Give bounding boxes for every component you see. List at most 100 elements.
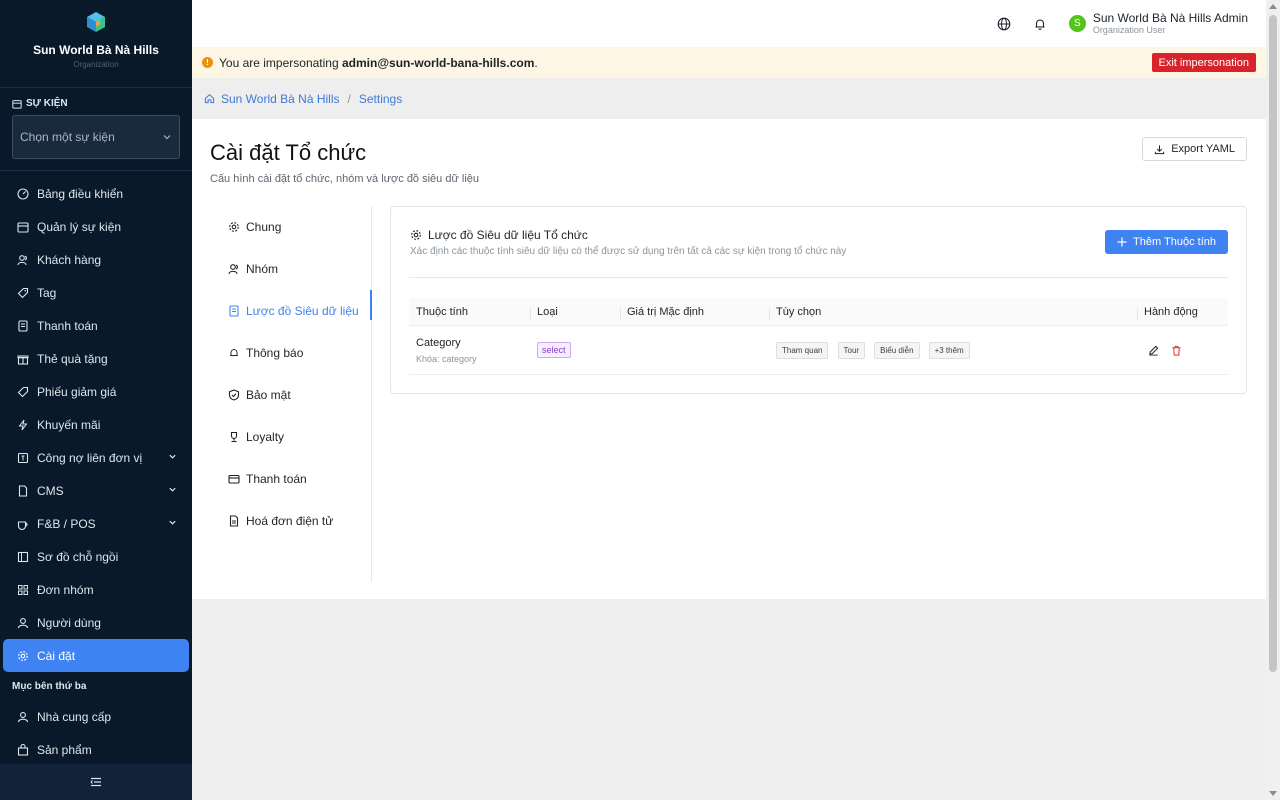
users-icon [228, 264, 238, 275]
settings-tab-security[interactable]: Bảo mật [210, 374, 371, 416]
nav-item-tag[interactable]: Tag [3, 276, 189, 309]
sidebar-collapse-button[interactable] [0, 764, 192, 800]
settings-tab-e-invoice[interactable]: Hoá đơn điện tử [210, 500, 371, 542]
card-subtitle: Xác định các thuộc tính siêu dữ liệu có … [410, 246, 847, 257]
user-icon [17, 711, 29, 723]
nav-item-seating-chart[interactable]: Sơ đồ chỗ ngồi [3, 540, 189, 573]
globe-icon[interactable] [997, 17, 1011, 31]
document-icon [229, 305, 239, 317]
column-header-type: Loại [530, 306, 620, 320]
document-icon [17, 484, 29, 497]
nav-item-dashboard[interactable]: Bảng điều khiển [3, 177, 189, 210]
nav-item-label: Sản phẩm [37, 742, 92, 757]
brand: Sun World Bà Nà Hills Organization [0, 0, 192, 88]
nav-item-events[interactable]: Quản lý sự kiện [3, 210, 189, 243]
nav-item-label: Bảng điều khiển [37, 186, 124, 201]
nav-item-payments[interactable]: Thanh toán [3, 309, 189, 342]
trash-icon[interactable] [1171, 345, 1182, 356]
breadcrumb-current[interactable]: Settings [359, 92, 402, 106]
nav-item-customers[interactable]: Khách hàng [3, 243, 189, 276]
nav-item-group-orders[interactable]: Đơn nhóm [3, 573, 189, 606]
nav-item-suppliers[interactable]: Nhà cung cấp [3, 700, 189, 733]
nav-item-fnb-pos[interactable]: F&B / POS [3, 507, 189, 540]
event-section-label: SỰ KIỆN [12, 98, 180, 109]
home-icon[interactable] [204, 93, 215, 104]
bell-icon[interactable] [1033, 17, 1047, 31]
settings-tab-label: Thanh toán [246, 472, 307, 486]
export-yaml-button[interactable]: Export YAML [1142, 137, 1247, 161]
attribute-cell: Category Khóa: category [409, 337, 530, 364]
event-select[interactable]: Chọn một sự kiện [12, 115, 180, 159]
receipt-icon [17, 319, 29, 332]
scroll-down-arrow-icon[interactable] [1269, 791, 1277, 796]
chevron-down-icon [169, 487, 176, 492]
export-yaml-label: Export YAML [1171, 143, 1235, 155]
menu-collapse-icon [90, 777, 101, 787]
card-title-text: Lược đồ Siêu dữ liệu Tổ chức [428, 228, 588, 242]
warning-icon: ! [202, 57, 213, 68]
breadcrumb: Sun World Bà Nà Hills / Settings [192, 78, 1266, 119]
nav-item-label: Quản lý sự kiện [37, 219, 122, 234]
page-title: Cài đặt Tổ chức [210, 140, 367, 165]
nav-item-gift-cards[interactable]: Thẻ quà tặng [3, 342, 189, 375]
settings-tab-label: Bảo mật [246, 388, 291, 402]
card-divider [409, 277, 1228, 278]
download-icon [1155, 144, 1165, 154]
page-subtitle: Cấu hình cài đặt tổ chức, nhóm và lược đ… [210, 173, 480, 185]
breadcrumb-home[interactable]: Sun World Bà Nà Hills [221, 92, 340, 106]
settings-tab-payments[interactable]: Thanh toán [210, 458, 371, 500]
cube-logo-icon [87, 12, 105, 32]
nav-item-promotions[interactable]: Khuyến mãi [3, 408, 189, 441]
nav-item-label: CMS [37, 483, 64, 498]
nav-item-vouchers[interactable]: Phiếu giảm giá [3, 375, 189, 408]
settings-tab-general[interactable]: Chung [210, 206, 371, 248]
edit-icon[interactable] [1148, 345, 1159, 356]
settings-tab-label: Lược đồ Siêu dữ liệu [246, 304, 359, 318]
banner-prefix: You are impersonating [219, 55, 342, 70]
nav-item-inter-unit-debt[interactable]: Công nợ liên đơn vị [3, 441, 189, 474]
settings-tab-loyalty[interactable]: Loyalty [210, 416, 371, 458]
column-header-default-value: Giá trị Mặc định [620, 306, 769, 320]
third-party-title: Mục bên thứ ba [12, 681, 87, 692]
attribute-key: Khóa: category [416, 353, 477, 364]
brand-subtitle: Organization [73, 60, 119, 69]
nav-item-cms[interactable]: CMS [3, 474, 189, 507]
dashboard-icon [17, 187, 29, 200]
main-content: Cài đặt Tổ chức Cấu hình cài đặt tổ chức… [192, 119, 1266, 599]
nav-item-label: Tag [37, 285, 57, 300]
lightning-icon [17, 419, 29, 431]
column-header-options: Tùy chọn [769, 306, 1137, 320]
ticket-icon [17, 386, 29, 398]
chevron-down-icon [169, 454, 176, 459]
settings-tab-groups[interactable]: Nhóm [210, 248, 371, 290]
nav-item-label: Khách hàng [37, 252, 102, 267]
sidebar: Sun World Bà Nà Hills Organization SỰ KI… [0, 0, 192, 800]
scrollbar-thumb[interactable] [1269, 15, 1277, 672]
type-cell: select [530, 342, 620, 358]
nav-item-label: Thẻ quà tặng [37, 351, 108, 366]
banner-email: admin@sun-world-bana-hills.com [341, 55, 535, 70]
chevron-down-icon [163, 135, 171, 140]
nav-item-settings[interactable]: Cài đặt [3, 639, 189, 672]
page-scrollbar[interactable] [1266, 0, 1280, 800]
column-header-attribute: Thuộc tính [416, 305, 468, 318]
add-attribute-button[interactable]: Thêm Thuộc tính [1105, 230, 1228, 254]
nav-item-users[interactable]: Người dùng [3, 606, 189, 639]
option-tag: Biểu diễn [874, 341, 920, 359]
exit-impersonation-button[interactable]: Exit impersonation [1151, 53, 1256, 72]
scroll-up-arrow-icon[interactable] [1269, 4, 1277, 9]
event-section-title: SỰ KIỆN [26, 98, 68, 109]
nav-item-products[interactable]: Sản phẩm [3, 733, 189, 766]
settings-tab-notifications[interactable]: Thông báo [210, 332, 371, 374]
main-nav: Bảng điều khiển Quản lý sự kiện Khách hà… [0, 171, 192, 766]
impersonation-banner: ! You are impersonating admin@sun-world-… [192, 47, 1266, 78]
settings-tab-metadata-schema[interactable]: Lược đồ Siêu dữ liệu [210, 290, 372, 332]
plus-icon [1117, 237, 1127, 247]
ledger-icon [17, 452, 29, 464]
brand-name: Sun World Bà Nà Hills [33, 43, 159, 57]
calendar-icon [12, 99, 22, 109]
user-role: Organization User [1092, 24, 1166, 35]
nav-item-label: Người dùng [37, 615, 101, 630]
tag-icon [17, 287, 29, 299]
user-menu[interactable]: S Sun World Bà Nà Hills Admin Organizati… [1068, 11, 1248, 36]
